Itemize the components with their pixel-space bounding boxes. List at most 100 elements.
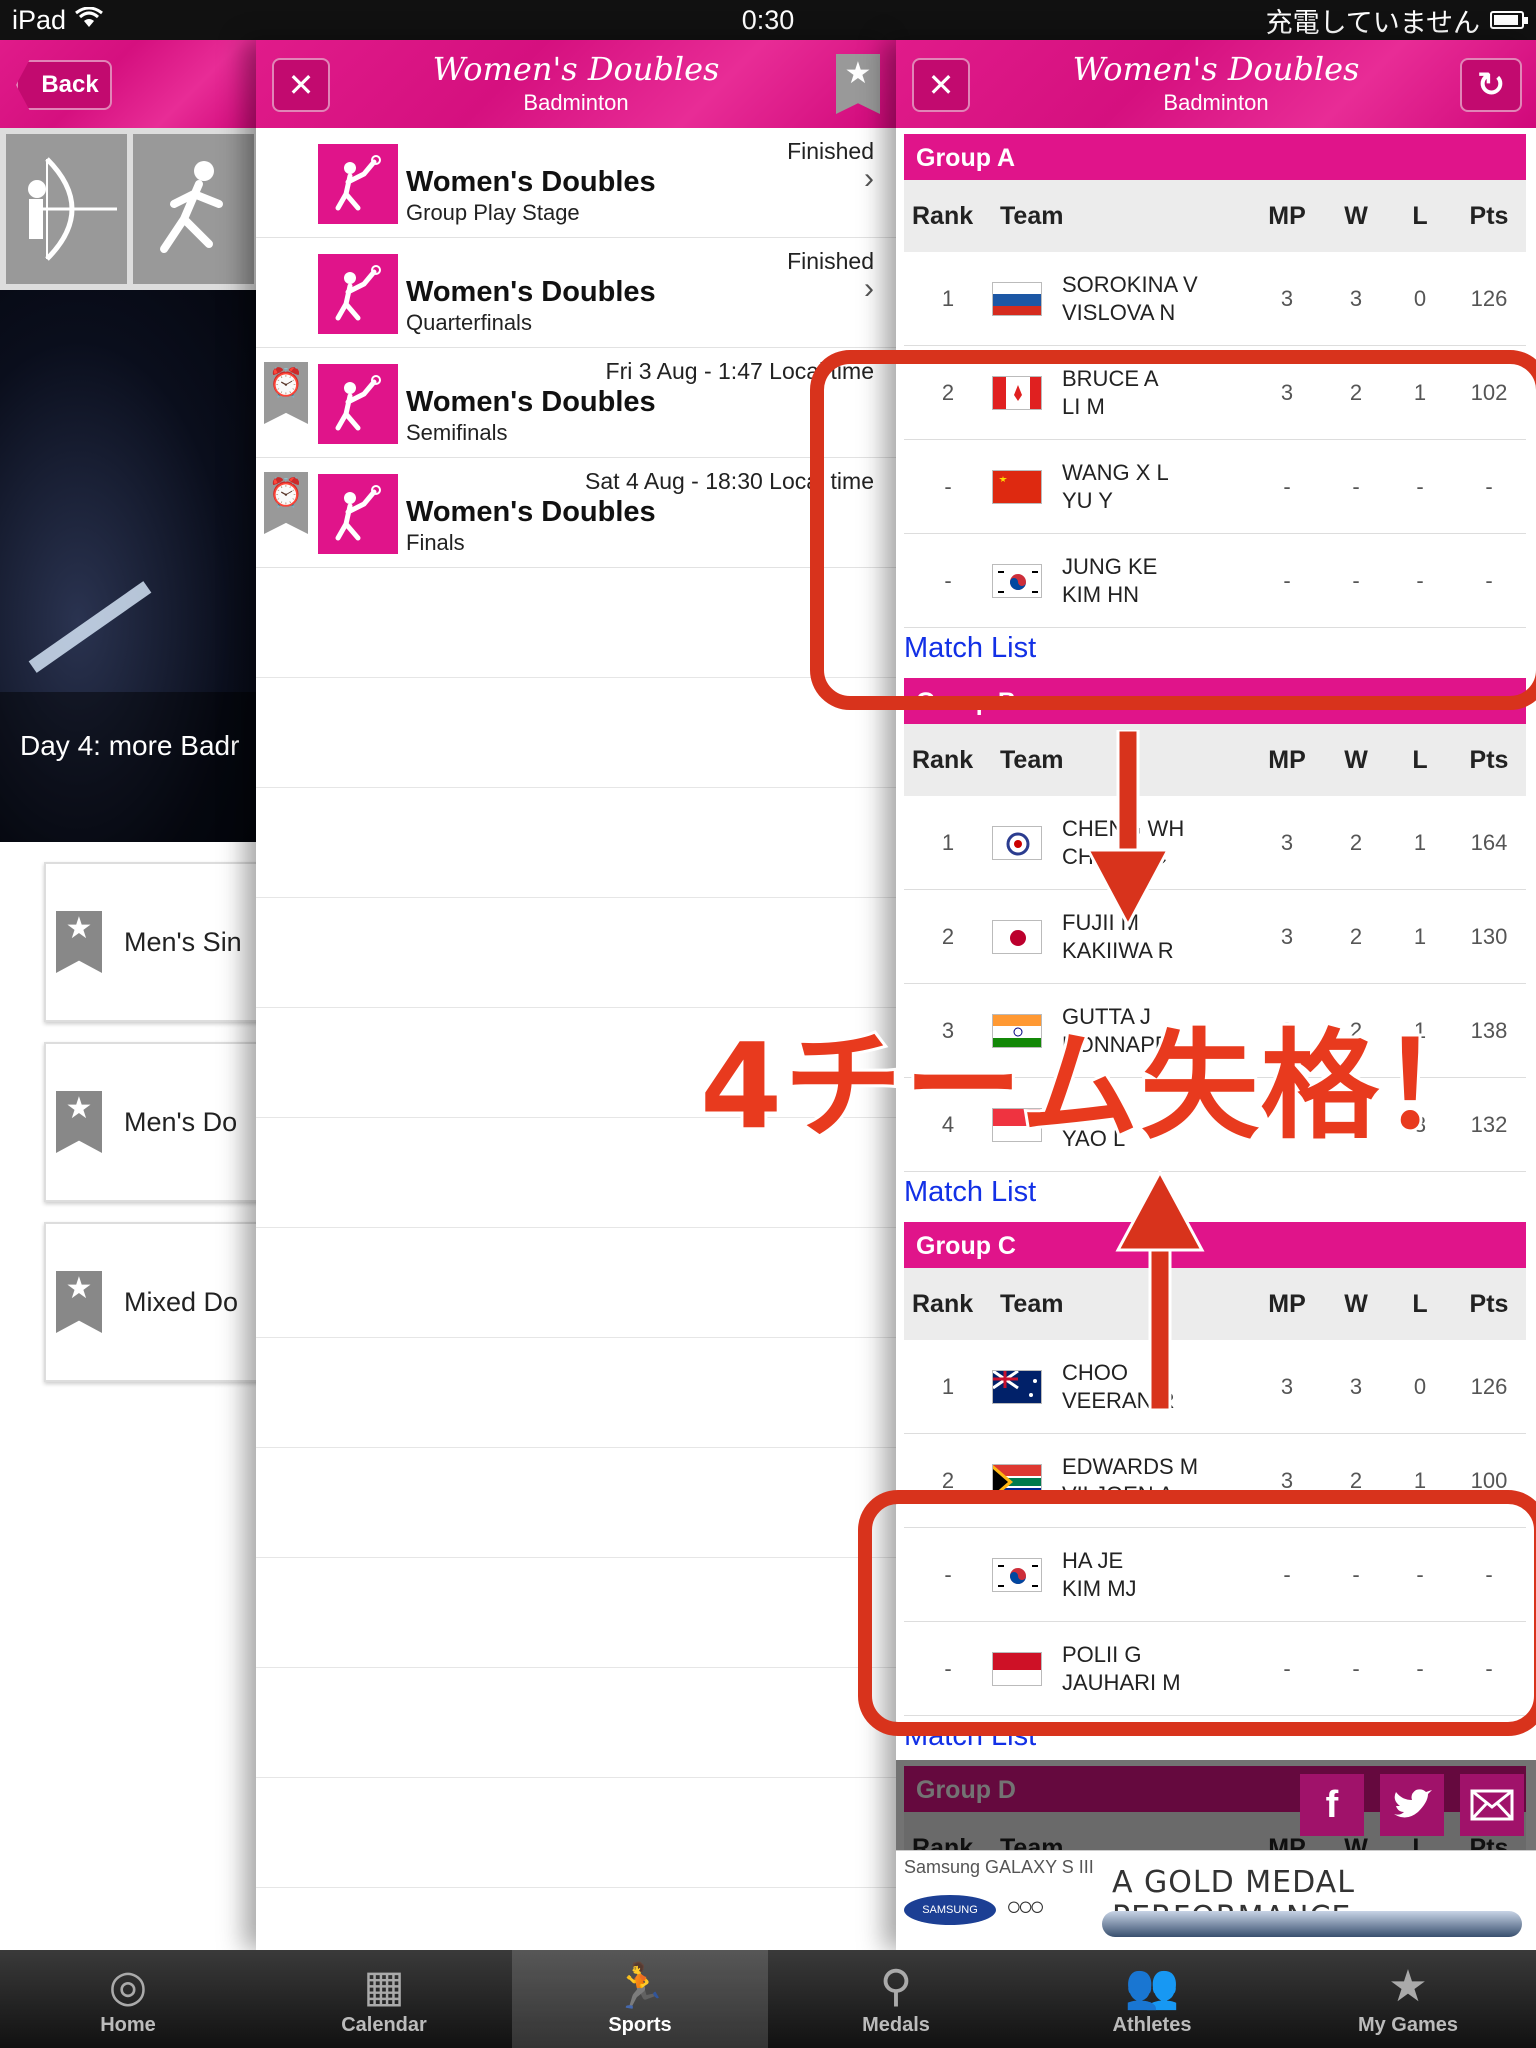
badminton-icon: [318, 144, 398, 224]
player-1: SOROKINA V: [1062, 271, 1198, 297]
tab-my-games[interactable]: ★ My Games: [1280, 1950, 1536, 2048]
col-w: W: [1344, 201, 1368, 230]
facebook-icon[interactable]: f: [1300, 1774, 1364, 1836]
athletics-icon[interactable]: [133, 134, 254, 284]
pts-cell: 164: [1470, 829, 1508, 855]
event-stage: Group Play Stage: [406, 200, 580, 225]
w-cell: 3: [1349, 285, 1363, 311]
match-status: Finished: [787, 138, 874, 164]
chevron-right-icon: ›: [864, 162, 874, 195]
alarm-icon[interactable]: ⏰: [264, 472, 308, 534]
tab-athletes[interactable]: 👥 Athletes: [1024, 1950, 1280, 2048]
event-stage: Semifinals: [406, 420, 508, 445]
russia-flag-icon: [992, 281, 1042, 316]
col-pts: Pts: [1469, 745, 1509, 774]
refresh-button[interactable]: ↻: [1460, 58, 1522, 112]
archery-icon[interactable]: [6, 134, 127, 284]
event-label: Men's Do: [124, 1106, 238, 1137]
group-header: Group A: [904, 134, 1526, 180]
close-button[interactable]: ✕: [912, 58, 970, 112]
event-name: Women's Doubles: [406, 496, 656, 528]
tab-label: Medals: [862, 2014, 930, 2036]
event-item[interactable]: ★ Men's Do: [44, 1042, 260, 1202]
event-item[interactable]: ★ Men's Sin: [44, 862, 260, 1022]
table-header: RankTeamMPWLPts: [904, 180, 1526, 252]
table-row[interactable]: 1 CHOO VEERAN R 3 3 0 126: [904, 1340, 1526, 1434]
mail-icon[interactable]: [1460, 1774, 1524, 1836]
w-cell: 3: [1349, 1373, 1363, 1399]
event-name: Women's Doubles: [406, 166, 656, 198]
taipei-flag-icon: [992, 825, 1042, 860]
schedule-row[interactable]: Finished › Women's Doubles Group Play Stage: [256, 128, 896, 238]
col-w: W: [1344, 745, 1368, 774]
event-name: Women's Doubles: [406, 276, 656, 308]
back-button[interactable]: Back: [16, 60, 112, 110]
tab-calendar[interactable]: ▦ Calendar: [256, 1950, 512, 2048]
empty-row: [256, 1338, 896, 1448]
alarm-icon[interactable]: ⏰: [264, 362, 308, 424]
panel-header: Back: [0, 40, 260, 128]
badminton-icon: [318, 474, 398, 554]
pts-cell: 126: [1470, 1373, 1508, 1399]
favorite-star-icon[interactable]: ★: [56, 1091, 102, 1153]
tab-label: Athletes: [1112, 2014, 1192, 2036]
col-mp: MP: [1268, 745, 1306, 774]
event-item[interactable]: ★ Mixed Do: [44, 1222, 260, 1382]
samsung-logo: SAMSUNG: [904, 1895, 996, 1925]
col-rank: Rank: [912, 1289, 974, 1318]
japan-flag-icon: [992, 919, 1042, 954]
close-button[interactable]: ✕: [272, 58, 330, 112]
schedule-row[interactable]: ⏰ Fri 3 Aug - 1:47 Local time Women's Doub…: [256, 348, 896, 458]
panel-subtitle: Badminton: [1163, 90, 1269, 115]
match-list-link[interactable]: Match List: [904, 1172, 1536, 1216]
rank-cell: 1: [941, 829, 955, 855]
col-pts: Pts: [1469, 201, 1509, 230]
badminton-icon: [318, 364, 398, 444]
mp-cell: 3: [1280, 1373, 1294, 1399]
table-row[interactable]: 2 FUJII M KAKIIWA R 3 2 1 130: [904, 890, 1526, 984]
col-team: Team: [1000, 201, 1064, 230]
table-row[interactable]: 1CHENG WHCHIEN YC321164: [904, 796, 1526, 890]
schedule-row[interactable]: Finished › Women's Doubles Quarterfinals: [256, 238, 896, 348]
col-l: L: [1412, 745, 1428, 774]
highlight-box-group-c: [858, 1490, 1536, 1736]
tab-sports[interactable]: 🏃 Sports: [512, 1950, 768, 2048]
pts-cell: 126: [1470, 285, 1508, 311]
table-row[interactable]: 1 SOROKINA V VISLOVA N 3 3 0 126: [904, 252, 1526, 346]
australia-flag-icon: [992, 1369, 1042, 1404]
tab-label: My Games: [1357, 2014, 1459, 2036]
l-cell: 1: [1413, 923, 1427, 949]
tab-label: Sports: [608, 2014, 672, 2036]
event-name: Women's Doubles: [406, 386, 656, 418]
panel-subtitle: Badminton: [523, 90, 629, 115]
panel-title: Women's Doubles: [1072, 50, 1360, 88]
ad-brand-line: Samsung GALAXY S III: [904, 1857, 1094, 1877]
table-header: RankTeamMPWLPts: [904, 724, 1526, 796]
table-header: RankTeamMPWLPts: [904, 1268, 1526, 1340]
phone-image: [1102, 1911, 1522, 1937]
empty-row: [256, 1558, 896, 1668]
col-mp: MP: [1268, 201, 1306, 230]
calendar-icon: ▦: [363, 1961, 405, 2011]
tab-medals[interactable]: ⚲ Medals: [768, 1950, 1024, 2048]
panel-title: Women's Doubles: [432, 50, 720, 88]
favorite-star-icon[interactable]: ★: [56, 911, 102, 973]
arrow-up-icon: [1115, 1170, 1205, 1410]
mp-cell: 3: [1280, 285, 1294, 311]
favorite-star-icon[interactable]: ★: [56, 1271, 102, 1333]
panel-header: ✕ Women's Doubles Badminton ★: [256, 40, 896, 128]
col-rank: Rank: [912, 201, 974, 230]
group-header: Group C: [904, 1222, 1526, 1268]
light-beam: [28, 581, 152, 673]
twitter-icon[interactable]: [1380, 1774, 1444, 1836]
tab-home[interactable]: ◎ Home: [0, 1950, 256, 2048]
empty-row: [256, 678, 896, 788]
event-label: Men's Sin: [124, 926, 242, 957]
ad-banner[interactable]: Samsung GALAXY S III SAMSUNG ○○○ A GOLD …: [896, 1850, 1536, 1950]
schedule-row[interactable]: ⏰ Sat 4 Aug - 18:30 Local time Women's Dou…: [256, 458, 896, 568]
pts-cell: 130: [1470, 923, 1508, 949]
col-l: L: [1412, 1289, 1428, 1318]
l-cell: 0: [1413, 285, 1427, 311]
l-cell: 0: [1413, 1373, 1427, 1399]
news-photo[interactable]: Day 4: more Badr: [0, 290, 260, 842]
